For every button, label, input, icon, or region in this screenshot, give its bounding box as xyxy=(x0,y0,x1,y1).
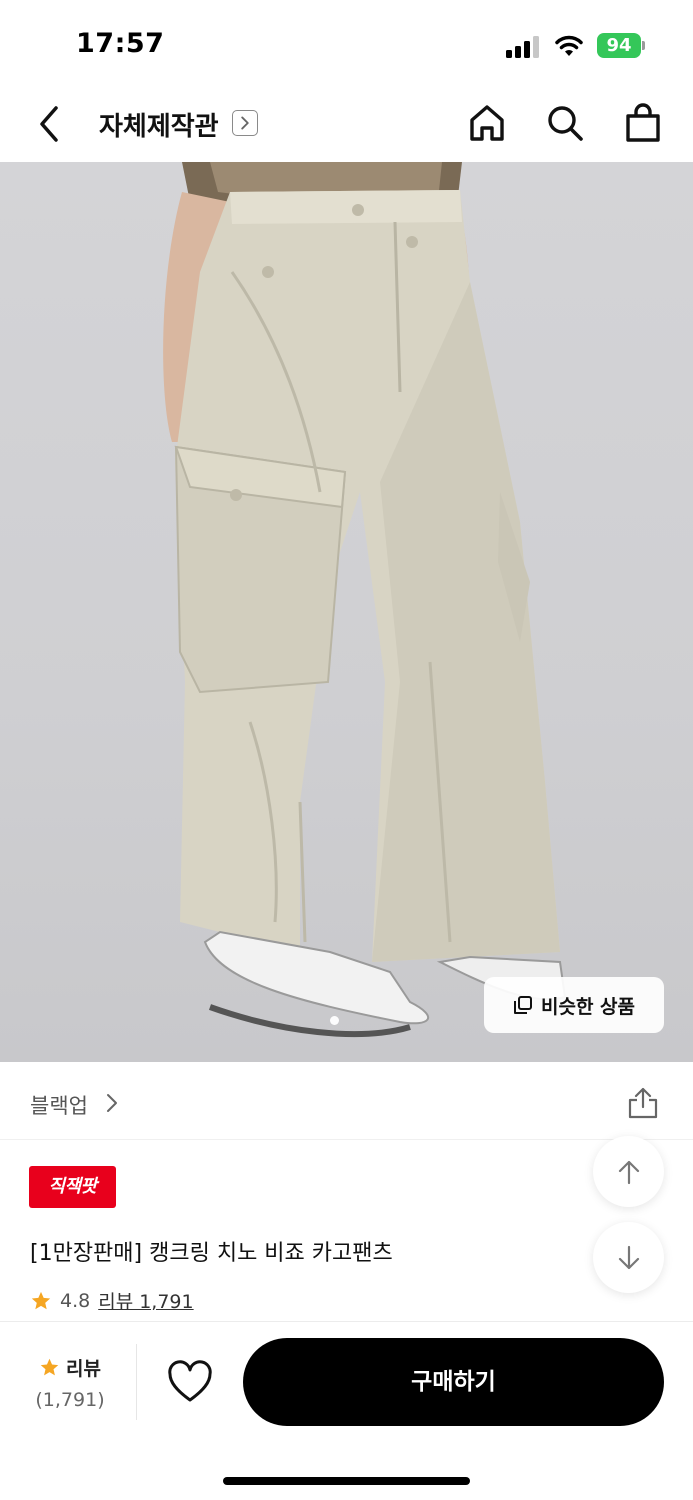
star-icon xyxy=(40,1358,59,1376)
status-bar: 17:57 94 xyxy=(0,0,693,88)
product-name: [1만장판매] 캥크링 치노 비죠 카고팬츠 xyxy=(30,1241,393,1266)
back-icon[interactable] xyxy=(32,104,68,144)
similar-products-button[interactable]: 비슷한 상품 xyxy=(484,977,664,1033)
similar-icon xyxy=(513,996,532,1014)
battery-cap xyxy=(642,41,645,50)
wifi-icon xyxy=(555,35,583,56)
brand-name[interactable]: 블랙업 xyxy=(30,1090,88,1120)
carousel-indicator xyxy=(330,1010,339,1029)
chevron-right-icon[interactable] xyxy=(104,1092,120,1114)
scroll-down-button[interactable] xyxy=(593,1222,664,1293)
review-summary-button[interactable]: 리뷰 (1,791) xyxy=(30,1354,110,1411)
arrow-down-icon xyxy=(618,1245,639,1269)
product-image[interactable]: 비슷한 상품 xyxy=(0,162,693,1062)
star-icon xyxy=(31,1291,51,1309)
brand-row: 블랙업 xyxy=(0,1062,693,1140)
review-summary-count: (1,791) xyxy=(35,1389,105,1411)
app-header: 자체제작관 xyxy=(0,88,693,162)
carousel-dot xyxy=(330,1016,339,1025)
promo-badge: 직잭팟 xyxy=(29,1166,116,1208)
home-indicator xyxy=(223,1477,470,1485)
cart-icon[interactable] xyxy=(622,102,664,144)
share-icon[interactable] xyxy=(626,1086,660,1120)
arrow-up-icon xyxy=(618,1160,639,1184)
similar-products-label: 비슷한 상품 xyxy=(540,995,635,1018)
search-icon[interactable] xyxy=(544,102,586,144)
bottom-action-bar: 리뷰 (1,791) 구매하기 xyxy=(0,1321,693,1500)
review-summary-title: 리뷰 xyxy=(30,1354,110,1381)
signal-icon xyxy=(506,36,539,58)
home-icon[interactable] xyxy=(466,102,508,144)
heart-icon[interactable] xyxy=(166,1360,214,1404)
scroll-top-button[interactable] xyxy=(593,1136,664,1207)
rating-value: 4.8 xyxy=(60,1289,91,1312)
buy-button[interactable]: 구매하기 xyxy=(243,1338,664,1426)
review-link[interactable]: 리뷰 1,791 xyxy=(98,1287,193,1314)
status-time: 17:57 xyxy=(76,28,165,59)
rating-row: 4.8 리뷰 1,791 xyxy=(30,1287,194,1314)
product-photo-illustration xyxy=(163,162,567,1038)
battery-indicator: 94 xyxy=(597,33,645,58)
battery-level: 94 xyxy=(597,33,641,58)
divider xyxy=(136,1344,137,1420)
store-arrow-icon[interactable] xyxy=(232,110,258,136)
review-summary-label: 리뷰 xyxy=(66,1358,101,1380)
store-title[interactable]: 자체제작관 xyxy=(99,106,219,143)
